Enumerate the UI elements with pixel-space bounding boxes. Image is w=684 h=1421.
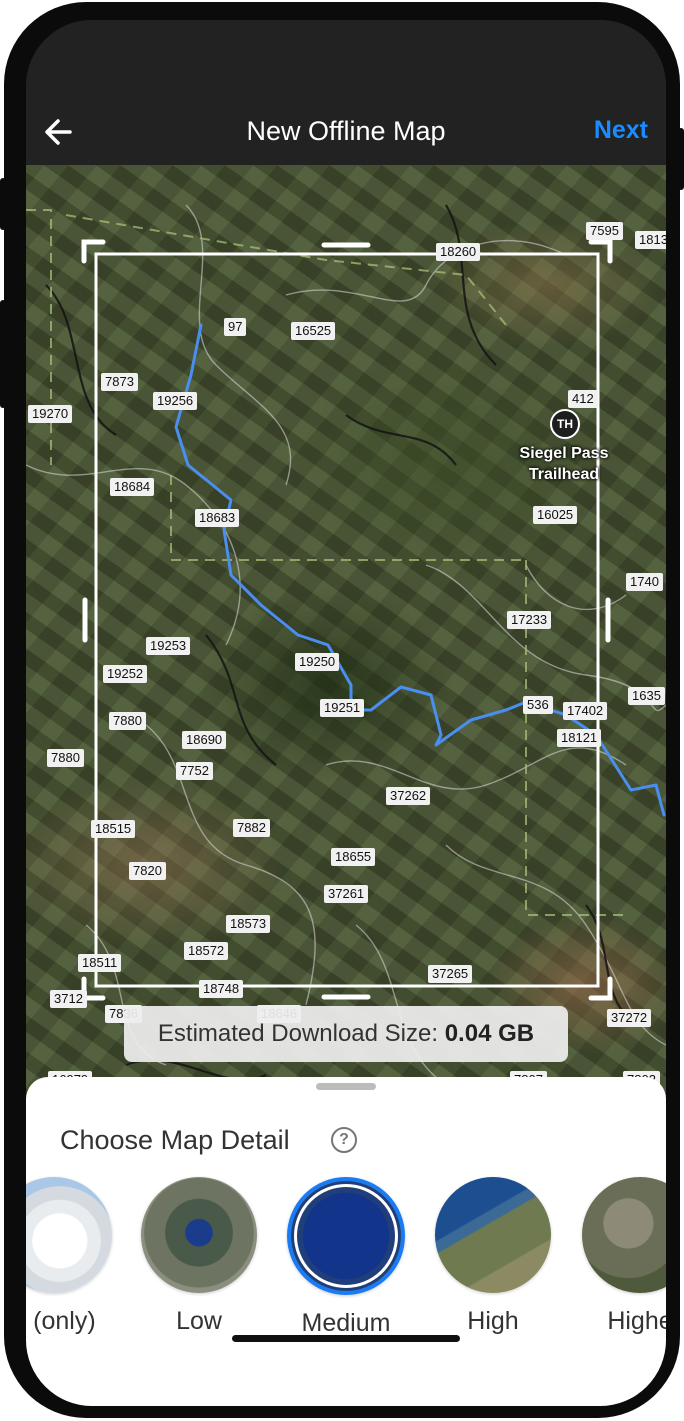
detail-option-label: High: [467, 1307, 519, 1335]
detail-option-topo[interactable]: o (only): [26, 1177, 119, 1336]
next-button[interactable]: Next: [594, 116, 648, 145]
download-size-label: Estimated Download Size:: [157, 1020, 439, 1047]
phone-frame: New Offline Map Next 7595 1813 18260 97 …: [4, 2, 680, 1418]
question-circle-icon[interactable]: ?: [331, 1127, 357, 1153]
detail-option-label: Medium: [301, 1309, 391, 1337]
elevation-label: 3712: [50, 990, 87, 1008]
detail-option-high[interactable]: High: [428, 1177, 558, 1336]
elevation-label: 19252: [103, 665, 148, 683]
elevation-label: 17233: [507, 611, 552, 629]
highest-thumbnail: [582, 1177, 666, 1293]
sheet-grabber[interactable]: [316, 1083, 376, 1090]
elevation-label: 37272: [607, 1009, 652, 1027]
detail-option-label: Low: [176, 1307, 222, 1335]
elevation-label: 1740: [626, 573, 663, 591]
elevation-label: 17402: [563, 702, 608, 720]
detail-option-label: Highe: [607, 1307, 666, 1335]
elevation-label: 7882: [233, 819, 270, 837]
elevation-label: 536: [523, 696, 553, 714]
elevation-label: 18690: [182, 731, 227, 749]
elevation-label: 19250: [295, 653, 340, 671]
high-thumbnail: [435, 1177, 551, 1293]
elevation-label: 7880: [109, 712, 146, 730]
elevation-label: 18515: [91, 820, 136, 838]
elevation-label: 18511: [78, 954, 122, 972]
elevation-label: 18655: [331, 848, 376, 866]
detail-option-label: o (only): [26, 1307, 96, 1335]
trailhead-label-line: Siegel Pass: [519, 445, 609, 462]
navigation-bar: New Offline Map Next: [26, 20, 666, 165]
elevation-label: 1813: [635, 231, 666, 249]
elevation-label: 19253: [146, 637, 191, 655]
download-size-value: 0.04 GB: [444, 1020, 535, 1047]
elevation-label: 412: [568, 390, 598, 408]
elevation-label: 18683: [195, 509, 240, 527]
elevation-label: 37261: [324, 885, 369, 903]
elevation-label: 7752: [176, 762, 213, 780]
elevation-label: 7595: [586, 222, 623, 240]
screen: New Offline Map Next 7595 1813 18260 97 …: [26, 20, 666, 1406]
home-indicator[interactable]: [232, 1335, 460, 1342]
elevation-label: 18572: [184, 942, 229, 960]
elevation-label: 18260: [436, 243, 481, 261]
trailhead-label-line: Trailhead: [528, 466, 600, 483]
elevation-label: 97: [224, 318, 247, 336]
map-view[interactable]: 7595 1813 18260 97 16525 7873 19256 412 …: [26, 165, 666, 1105]
elevation-label: 16025: [533, 506, 578, 524]
elevation-label: 1635: [628, 687, 665, 705]
sheet-title: Choose Map Detail: [60, 1125, 290, 1155]
map-overlay-lines: [26, 204, 666, 1086]
elevation-label: 19270: [28, 405, 73, 423]
elevation-label: 16525: [291, 322, 336, 340]
detail-option-highest[interactable]: Highe: [575, 1177, 666, 1336]
download-size-badge: Estimated Download Size: 0.04 GB: [124, 1006, 568, 1062]
elevation-label: 7820: [129, 862, 166, 880]
elevation-label: 18748: [199, 980, 244, 998]
elevation-label: 37262: [386, 787, 431, 805]
elevation-label: 7873: [101, 373, 138, 391]
elevation-label: 7880: [47, 749, 84, 767]
elevation-label: 18684: [110, 478, 155, 496]
page-title: New Offline Map: [246, 116, 446, 146]
elevation-label: 18121: [557, 729, 602, 747]
map-detail-sheet: Choose Map Detail ? o (only) Low Medium …: [26, 1077, 666, 1406]
trailhead-label: Siegel Pass Trailhead: [504, 443, 624, 485]
trailhead-icon[interactable]: TH: [550, 409, 580, 439]
elevation-label: 19256: [153, 392, 198, 410]
detail-option-medium[interactable]: Medium: [281, 1177, 411, 1338]
medium-thumbnail: [287, 1177, 405, 1295]
elevation-label: 19251: [320, 699, 365, 717]
low-thumbnail: [141, 1177, 257, 1293]
elevation-label: 18573: [226, 915, 271, 933]
elevation-label: 37265: [428, 965, 473, 983]
topo-thumbnail: [26, 1177, 112, 1293]
detail-option-low[interactable]: Low: [134, 1177, 264, 1336]
